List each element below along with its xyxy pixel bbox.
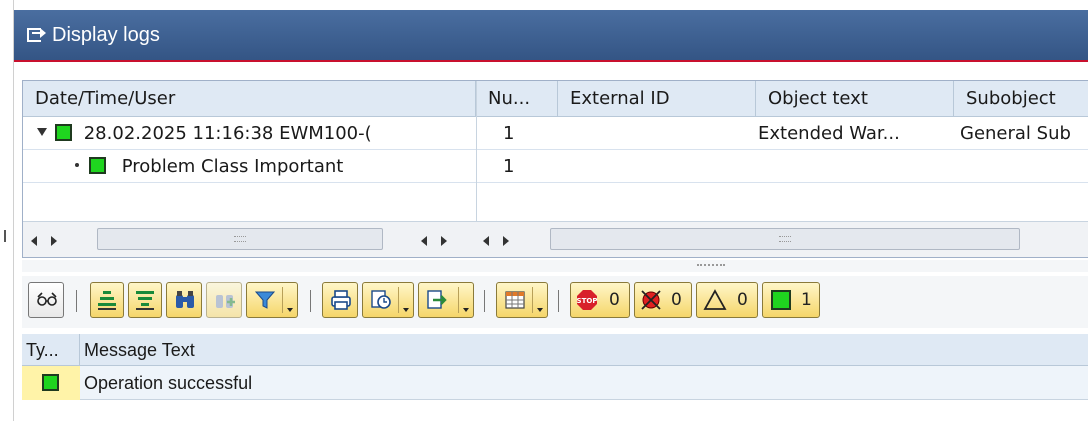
message-toolbar: STOP 0 0 0 1 (22, 276, 1088, 328)
frame-marker (4, 230, 10, 242)
pane-splitter[interactable] (22, 260, 1088, 272)
warning-filter-button[interactable]: 0 (696, 282, 758, 318)
grid-layout-icon (505, 291, 525, 309)
chevron-down-icon[interactable] (287, 308, 293, 312)
error-count: 0 (671, 290, 682, 310)
message-table-header: Ty... Message Text (22, 334, 1088, 366)
print-button[interactable] (322, 282, 358, 318)
chevron-down-icon[interactable] (537, 308, 543, 312)
export-icon (427, 290, 447, 309)
log-object-text (756, 150, 954, 183)
toolbar-separator (558, 290, 559, 312)
window-title-bar: Display logs (14, 10, 1088, 60)
col-external-id[interactable]: External ID (558, 81, 756, 117)
message-type-cell (22, 366, 80, 400)
filter-icon (254, 291, 276, 309)
success-status-icon (89, 157, 106, 174)
col-type[interactable]: Ty... (22, 334, 80, 366)
find-next-icon (216, 295, 235, 308)
expand-triangle-icon[interactable] (37, 128, 47, 136)
horizontal-scrollbar[interactable] (23, 221, 1088, 257)
toolbar-separator (484, 290, 485, 312)
detail-button[interactable] (28, 282, 64, 318)
log-object-text: Extended War... (758, 123, 900, 144)
warning-triangle-icon (703, 289, 727, 310)
scroll-left-icon[interactable] (483, 236, 489, 246)
log-number: 1 (503, 123, 515, 144)
sort-ascending-button[interactable] (90, 282, 124, 318)
success-status-icon (55, 124, 72, 141)
window-title: Display logs (52, 23, 160, 46)
toolbar-separator (76, 290, 77, 312)
scroll-thumb-left[interactable] (97, 228, 383, 250)
message-table: Ty... Message Text Operation successful (22, 334, 1088, 421)
warning-count: 0 (737, 290, 748, 310)
view-clock-icon (371, 290, 391, 309)
log-subobject (960, 150, 1088, 183)
log-subobject: General Sub (960, 123, 1071, 144)
find-next-button[interactable] (206, 282, 242, 318)
message-text: Operation successful (84, 373, 253, 393)
leaf-bullet-icon (75, 163, 79, 167)
layout-button[interactable] (496, 282, 548, 318)
success-filter-button[interactable]: 1 (762, 282, 820, 318)
log-external-id (570, 150, 756, 183)
chevron-down-icon[interactable] (403, 308, 409, 312)
column-divider (476, 81, 477, 221)
success-status-icon (42, 374, 59, 391)
col-date-time-user[interactable]: Date/Time/User (23, 81, 476, 117)
filter-button[interactable] (246, 282, 298, 318)
empty-row (22, 400, 1088, 421)
scroll-thumb-right[interactable] (550, 228, 1020, 250)
toolbar-separator (310, 290, 311, 312)
chevron-down-icon[interactable] (463, 308, 469, 312)
log-row[interactable]: 28.02.2025 11:16:38 EWM100-( 1 Extended … (23, 117, 1088, 150)
log-row[interactable]: Problem Class Important 1 (23, 150, 1088, 183)
sort-descending-button[interactable] (128, 282, 162, 318)
col-subobject[interactable]: Subobject (954, 81, 1088, 117)
log-date-time-user: 28.02.2025 11:16:38 EWM100-( (83, 123, 372, 144)
log-number: 1 (503, 156, 515, 177)
stop-error-count: 0 (609, 290, 620, 310)
view-button[interactable] (362, 282, 414, 318)
message-row[interactable]: Operation successful (22, 366, 1088, 400)
svg-text:STOP: STOP (577, 297, 598, 305)
find-button[interactable] (166, 282, 202, 318)
col-object-text[interactable]: Object text (756, 81, 954, 117)
export-button[interactable] (418, 282, 474, 318)
stop-error-filter-button[interactable]: STOP 0 (570, 282, 630, 318)
log-external-id (570, 117, 756, 150)
sort-ascending-icon (98, 291, 116, 310)
error-icon (641, 290, 661, 310)
binoculars-icon (176, 291, 194, 308)
scroll-right-icon[interactable] (51, 236, 57, 246)
log-table-header: Date/Time/User Nu... External ID Object … (23, 81, 1088, 117)
log-date-time-user: Problem Class Important (121, 156, 344, 177)
printer-icon (331, 290, 351, 310)
log-tree-table: Date/Time/User Nu... External ID Object … (22, 80, 1088, 258)
title-separator (14, 60, 1088, 74)
scroll-right-icon[interactable] (441, 236, 447, 246)
left-frame-strip (0, 0, 14, 421)
error-filter-button[interactable]: 0 (634, 282, 692, 318)
success-square-icon (771, 290, 791, 310)
splitter-grip-icon (697, 264, 725, 267)
scroll-right-icon[interactable] (503, 236, 509, 246)
col-number[interactable]: Nu... (476, 81, 558, 117)
stop-sign-icon: STOP (577, 290, 598, 310)
col-message-text[interactable]: Message Text (80, 334, 1088, 366)
success-count: 1 (801, 290, 812, 310)
scroll-left-icon[interactable] (421, 236, 427, 246)
glasses-icon (37, 292, 57, 306)
sort-descending-icon (136, 291, 154, 310)
scroll-left-icon[interactable] (31, 236, 37, 246)
display-logs-icon (26, 26, 46, 44)
